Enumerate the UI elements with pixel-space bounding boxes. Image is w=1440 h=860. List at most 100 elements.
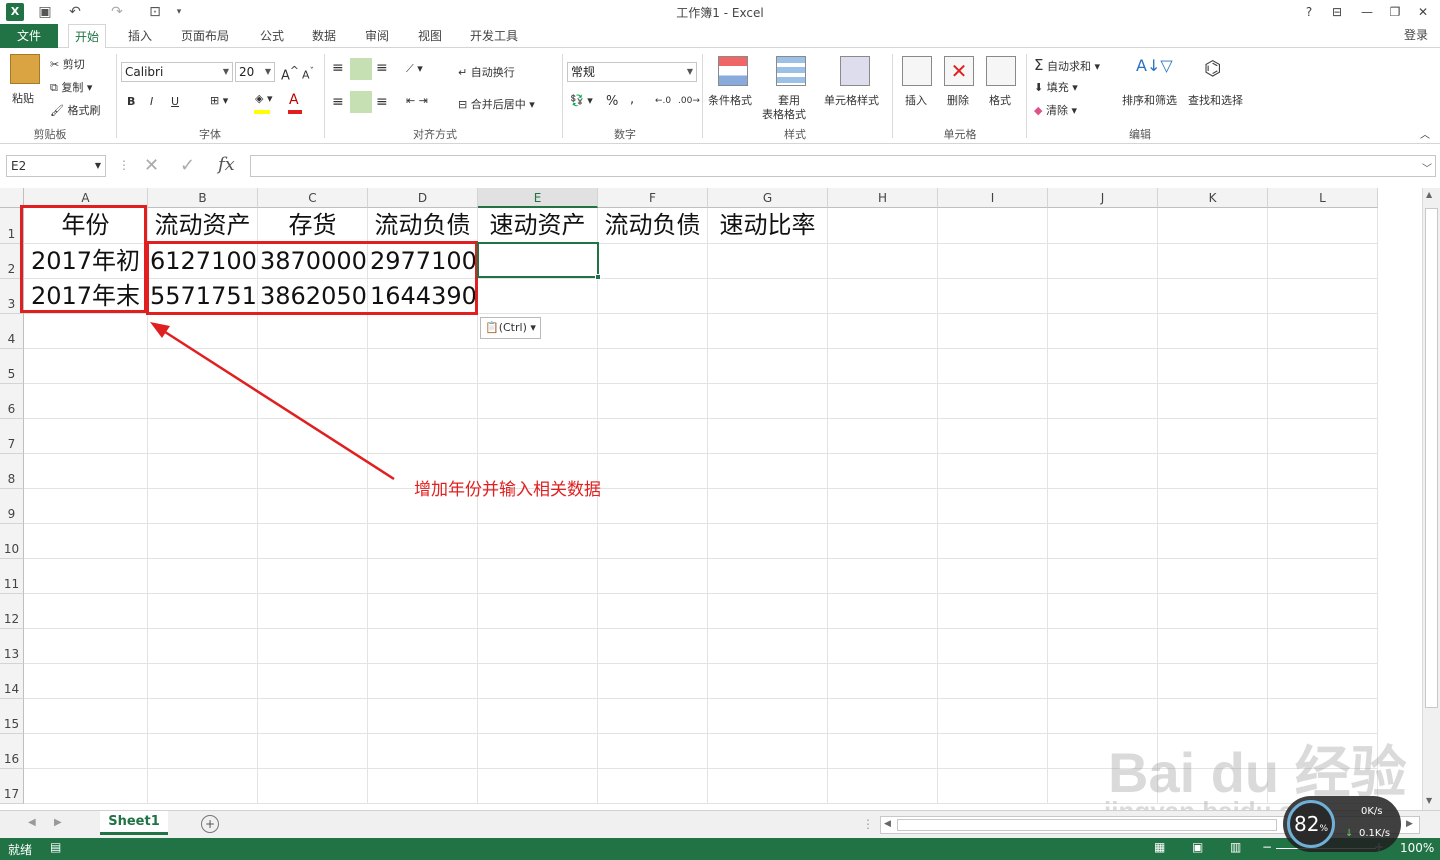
row-header[interactable]: 5 xyxy=(0,349,24,384)
cell-E16[interactable] xyxy=(478,734,598,769)
cell-D17[interactable] xyxy=(368,769,478,804)
align-middle-icon[interactable] xyxy=(350,58,372,80)
cell-A8[interactable] xyxy=(24,454,148,489)
cell-I9[interactable] xyxy=(938,489,1048,524)
expand-formula-icon[interactable]: ﹀ xyxy=(1422,160,1432,175)
cell-F4[interactable] xyxy=(598,314,708,349)
help-icon[interactable]: ? xyxy=(1296,2,1322,22)
row-header[interactable]: 15 xyxy=(0,699,24,734)
insert-cells-button[interactable]: 插入 xyxy=(905,92,927,108)
percent-button[interactable]: % xyxy=(606,94,618,109)
cell-A15[interactable] xyxy=(24,699,148,734)
column-header[interactable]: L xyxy=(1268,188,1378,208)
cell-J10[interactable] xyxy=(1048,524,1158,559)
cell-F7[interactable] xyxy=(598,419,708,454)
cell-E15[interactable] xyxy=(478,699,598,734)
cell-L1[interactable] xyxy=(1268,208,1378,244)
cell-K13[interactable] xyxy=(1158,629,1268,664)
cell-L9[interactable] xyxy=(1268,489,1378,524)
cell-A14[interactable] xyxy=(24,664,148,699)
zoom-level[interactable]: 100% xyxy=(1400,841,1434,855)
cell-F16[interactable] xyxy=(598,734,708,769)
cell-D15[interactable] xyxy=(368,699,478,734)
cell-F2[interactable] xyxy=(598,244,708,279)
file-tab[interactable]: 文件 xyxy=(0,24,58,48)
cell-L11[interactable] xyxy=(1268,559,1378,594)
cell-B12[interactable] xyxy=(148,594,258,629)
cell-G11[interactable] xyxy=(708,559,828,594)
cell-E11[interactable] xyxy=(478,559,598,594)
comma-button[interactable]: , xyxy=(630,92,634,107)
cell-E7[interactable] xyxy=(478,419,598,454)
align-bottom-icon[interactable]: ≡ xyxy=(376,60,388,76)
cell-H7[interactable] xyxy=(828,419,938,454)
cell-I3[interactable] xyxy=(938,279,1048,314)
cell-L3[interactable] xyxy=(1268,279,1378,314)
login-link[interactable]: 登录 xyxy=(1404,24,1428,46)
column-header[interactable]: J xyxy=(1048,188,1158,208)
cell-L10[interactable] xyxy=(1268,524,1378,559)
cell-D16[interactable] xyxy=(368,734,478,769)
enter-icon[interactable]: ✓ xyxy=(180,155,195,176)
cell-C16[interactable] xyxy=(258,734,368,769)
cell-J9[interactable] xyxy=(1048,489,1158,524)
cell-K10[interactable] xyxy=(1158,524,1268,559)
shrink-font-icon[interactable]: Aˇ xyxy=(302,66,314,82)
cell-B15[interactable] xyxy=(148,699,258,734)
cell-G4[interactable] xyxy=(708,314,828,349)
align-top-icon[interactable]: ≡ xyxy=(332,60,344,76)
cell-J2[interactable] xyxy=(1048,244,1158,279)
cell-I4[interactable] xyxy=(938,314,1048,349)
align-left-icon[interactable]: ≡ xyxy=(332,94,344,110)
add-sheet-icon[interactable]: + xyxy=(201,815,219,833)
cell-C6[interactable] xyxy=(258,384,368,419)
cell-L12[interactable] xyxy=(1268,594,1378,629)
h-scroll-thumb[interactable] xyxy=(897,819,1277,831)
cell-E6[interactable] xyxy=(478,384,598,419)
tab-view[interactable]: 视图 xyxy=(412,24,448,48)
cell-C17[interactable] xyxy=(258,769,368,804)
align-center-icon[interactable] xyxy=(350,91,372,113)
next-sheet-icon[interactable]: ▶ xyxy=(54,817,62,828)
grow-font-icon[interactable]: A^ xyxy=(281,64,299,83)
cell-C1[interactable]: 存货 xyxy=(258,208,368,244)
cell-A11[interactable] xyxy=(24,559,148,594)
cell-K3[interactable] xyxy=(1158,279,1268,314)
increase-decimal-icon[interactable]: ←.0 xyxy=(655,96,671,106)
row-header[interactable]: 12 xyxy=(0,594,24,629)
cell-E5[interactable] xyxy=(478,349,598,384)
cell-G12[interactable] xyxy=(708,594,828,629)
row-header[interactable]: 6 xyxy=(0,384,24,419)
borders-icon[interactable]: ⊞ ▾ xyxy=(210,94,228,107)
format-table-line2[interactable]: 表格格式 xyxy=(762,106,806,122)
cell-F14[interactable] xyxy=(598,664,708,699)
format-table-icon[interactable] xyxy=(776,56,806,86)
collapse-ribbon-icon[interactable]: ︿ xyxy=(1420,126,1430,141)
cell-D11[interactable] xyxy=(368,559,478,594)
cell-G3[interactable] xyxy=(708,279,828,314)
cell-I5[interactable] xyxy=(938,349,1048,384)
scroll-thumb[interactable] xyxy=(1425,208,1438,708)
cell-H2[interactable] xyxy=(828,244,938,279)
cell-D1[interactable]: 流动负债 xyxy=(368,208,478,244)
font-name-select[interactable]: Calibri ▼ xyxy=(121,62,233,82)
cell-C8[interactable] xyxy=(258,454,368,489)
cell-L8[interactable] xyxy=(1268,454,1378,489)
cell-E1[interactable]: 速动资产 xyxy=(478,208,598,244)
scroll-right-icon[interactable]: ▶ xyxy=(1406,819,1413,829)
cell-C13[interactable] xyxy=(258,629,368,664)
cell-C7[interactable] xyxy=(258,419,368,454)
cell-I11[interactable] xyxy=(938,559,1048,594)
cell-I8[interactable] xyxy=(938,454,1048,489)
cell-G1[interactable]: 速动比率 xyxy=(708,208,828,244)
cell-K2[interactable] xyxy=(1158,244,1268,279)
cell-K5[interactable] xyxy=(1158,349,1268,384)
normal-view-icon[interactable]: ▦ xyxy=(1154,840,1165,854)
cell-G17[interactable] xyxy=(708,769,828,804)
cell-E10[interactable] xyxy=(478,524,598,559)
cell-H4[interactable] xyxy=(828,314,938,349)
cell-J5[interactable] xyxy=(1048,349,1158,384)
cell-I10[interactable] xyxy=(938,524,1048,559)
cell-F9[interactable] xyxy=(598,489,708,524)
cell-I2[interactable] xyxy=(938,244,1048,279)
